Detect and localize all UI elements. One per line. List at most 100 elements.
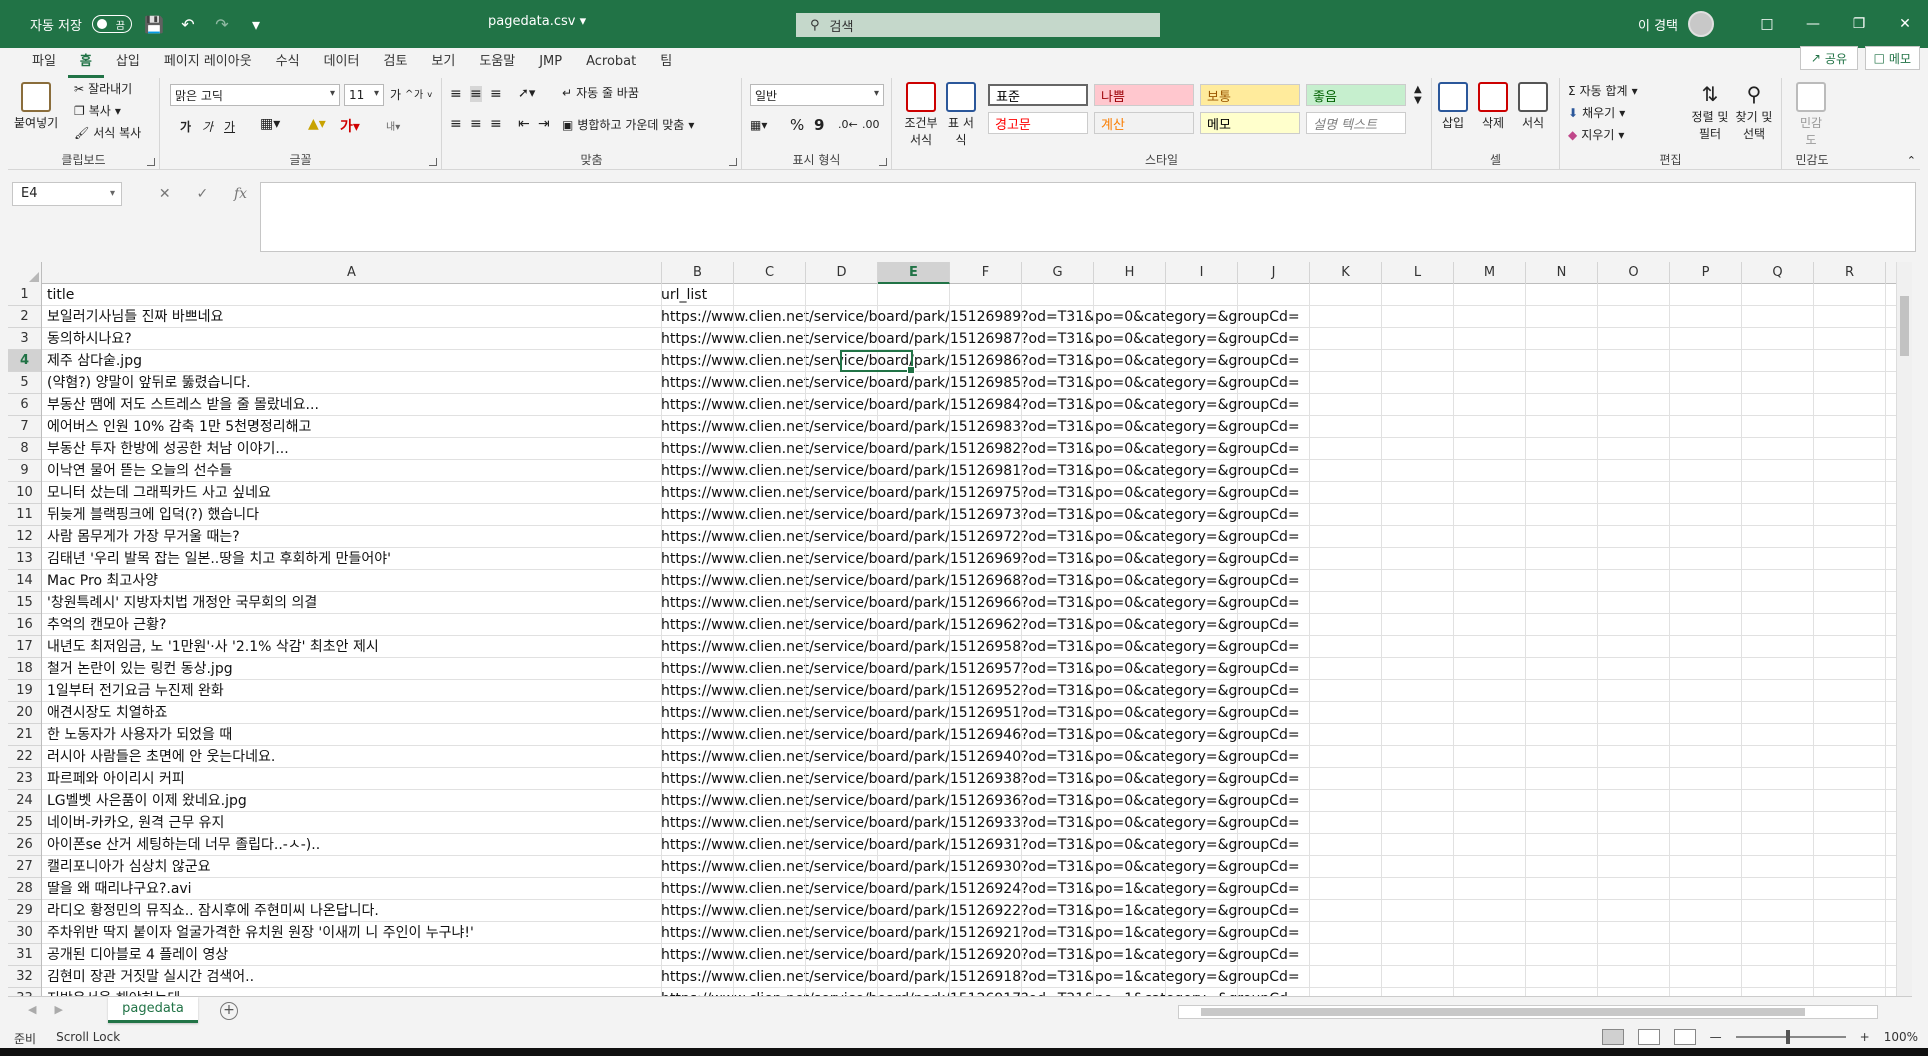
collapse-ribbon-icon[interactable]: ⌃ — [1907, 154, 1916, 167]
column-header-o[interactable]: O — [1598, 262, 1670, 284]
active-cell-cursor[interactable] — [840, 350, 915, 374]
cell-url[interactable]: https://www.clien.net/service/board/park… — [661, 944, 1300, 966]
cell-url[interactable]: https://www.clien.net/service/board/park… — [661, 482, 1300, 504]
row-header[interactable]: 26 — [8, 834, 41, 856]
percent-style-button[interactable]: % — [790, 116, 804, 134]
row-header[interactable]: 22 — [8, 746, 41, 768]
cell-url[interactable]: https://www.clien.net/service/board/park… — [661, 812, 1300, 834]
copy-button[interactable]: ❐ 복사 ▾ — [74, 102, 121, 119]
cell-style-3[interactable]: 좋음 — [1306, 84, 1406, 106]
row-header[interactable]: 1 — [8, 284, 41, 306]
cell-style-7[interactable]: 설명 텍스트 — [1306, 112, 1406, 134]
column-header-q[interactable]: Q — [1742, 262, 1814, 284]
cell-title[interactable]: 철거 논란이 있는 링컨 동상.jpg — [47, 658, 233, 680]
row-header[interactable]: 8 — [8, 438, 41, 460]
sheet-tab-pagedata[interactable]: pagedata — [108, 997, 198, 1023]
row-header[interactable]: 24 — [8, 790, 41, 812]
cell-url[interactable]: https://www.clien.net/service/board/park… — [661, 900, 1300, 922]
cell-title[interactable]: 러시아 사람들은 초면에 안 웃는다네요. — [47, 746, 275, 768]
row-header[interactable]: 4 — [8, 350, 41, 372]
increase-indent-icon[interactable]: ⇥ — [538, 116, 550, 132]
enter-icon[interactable]: ✓ — [196, 186, 208, 202]
cell-url[interactable]: https://www.clien.net/service/board/park… — [661, 966, 1300, 988]
cell-title[interactable]: 주차위반 딱지 붙이자 얼굴가격한 유치원 원장 '이새끼 니 주인이 누구냐!… — [47, 922, 474, 944]
cell-title[interactable]: 1일부터 전기요금 누진제 완화 — [47, 680, 224, 702]
comma-style-button[interactable]: 9 — [814, 116, 824, 134]
cell-title[interactable]: 부동산 투자 한방에 성공한 처남 이야기... — [47, 438, 289, 460]
row-header[interactable]: 27 — [8, 856, 41, 878]
row-header[interactable]: 6 — [8, 394, 41, 416]
vertical-scroll-thumb[interactable] — [1900, 296, 1909, 356]
grow-font-button[interactable]: 가 ^ — [390, 86, 413, 103]
column-header-a[interactable]: A — [42, 262, 662, 284]
align-right-icon[interactable]: ≡ — [490, 116, 502, 132]
cell-title[interactable]: 사람 몸무게가 가장 무거울 때는? — [47, 526, 240, 548]
tab-7[interactable]: 보기 — [419, 48, 467, 78]
close-icon[interactable]: ✕ — [1882, 0, 1928, 48]
row-header[interactable]: 13 — [8, 548, 41, 570]
cell-url[interactable]: https://www.clien.net/service/board/park… — [661, 592, 1300, 614]
cell-title[interactable]: LG벨벳 사은품이 이제 왔네요.jpg — [47, 790, 247, 812]
cell-url[interactable]: https://www.clien.net/service/board/park… — [661, 658, 1300, 680]
row-header[interactable]: 31 — [8, 944, 41, 966]
tab-5[interactable]: 데이터 — [312, 48, 372, 78]
cell-url[interactable]: https://www.clien.net/service/board/park… — [661, 394, 1300, 416]
find-select-button[interactable]: ⚲ 찾기 및 선택 — [1732, 82, 1776, 142]
top-align-icon[interactable]: ≡ — [450, 86, 462, 102]
row-header[interactable]: 18 — [8, 658, 41, 680]
cell-url[interactable]: https://www.clien.net/service/board/park… — [661, 856, 1300, 878]
shrink-font-button[interactable]: 가v — [414, 86, 432, 102]
zoom-slider[interactable] — [1735, 1030, 1846, 1044]
cell-url[interactable]: url_list — [661, 284, 707, 306]
align-center-icon[interactable]: ≡ — [470, 116, 482, 132]
cell-title[interactable]: 애견시장도 치열하죠 — [47, 702, 167, 724]
row-header[interactable]: 10 — [8, 482, 41, 504]
dialog-launcher-icon[interactable] — [147, 158, 155, 166]
decrease-indent-icon[interactable]: ⇤ — [518, 116, 530, 132]
cell-url[interactable]: https://www.clien.net/service/board/park… — [661, 438, 1300, 460]
cell-url[interactable]: https://www.clien.net/service/board/park… — [661, 834, 1300, 856]
sort-filter-button[interactable]: ⇅ 정렬 및 필터 — [1690, 82, 1730, 142]
decrease-decimal-icon[interactable]: .00 — [862, 118, 880, 131]
format-as-table-button[interactable]: 표 서식 — [944, 82, 978, 148]
accounting-format-icon[interactable]: ▦▾ — [750, 118, 767, 132]
next-sheet-icon[interactable]: ▶ — [54, 1003, 62, 1016]
memo-button[interactable]: □ 메모 — [1864, 46, 1920, 70]
tab-6[interactable]: 검토 — [371, 48, 419, 78]
border-icon[interactable]: ▦▾ — [260, 116, 280, 132]
minimize-icon[interactable]: — — [1790, 0, 1836, 48]
cell-url[interactable]: https://www.clien.net/service/board/park… — [661, 878, 1300, 900]
column-header-i[interactable]: I — [1166, 262, 1238, 284]
redo-icon[interactable]: ↷ — [210, 12, 234, 36]
insert-cells-button[interactable]: 삽입 — [1438, 82, 1468, 131]
middle-align-icon[interactable]: ≡ — [470, 86, 482, 102]
wrap-text-button[interactable]: ↵ 자동 줄 바꿈 — [562, 84, 639, 101]
tab-11[interactable]: 팀 — [648, 48, 684, 78]
cell-title[interactable]: 파르페와 아이리시 커피 — [47, 768, 185, 790]
cell-title[interactable]: 한 노동자가 사용자가 되었을 때 — [47, 724, 232, 746]
row-header[interactable]: 21 — [8, 724, 41, 746]
column-header-r[interactable]: R — [1814, 262, 1886, 284]
cell-title[interactable]: (약혐?) 양말이 앞뒤로 뚫렸습니다. — [47, 372, 251, 394]
cell-title[interactable]: 추억의 캔모아 근황? — [47, 614, 166, 636]
cell-url[interactable]: https://www.clien.net/service/board/park… — [661, 922, 1300, 944]
phonetic-icon[interactable]: 내▾ — [386, 118, 400, 133]
cell-title[interactable]: 지방은서울 해야하는데 — [47, 988, 180, 996]
column-header-k[interactable]: K — [1310, 262, 1382, 284]
add-sheet-icon[interactable]: + — [220, 1002, 238, 1020]
italic-button[interactable]: 가 — [202, 118, 213, 135]
save-icon[interactable]: 💾 — [142, 12, 166, 36]
cell-title[interactable]: 모니터 샀는데 그래픽카드 사고 싶네요 — [47, 482, 271, 504]
tab-8[interactable]: 도움말 — [467, 48, 527, 78]
column-header-p[interactable]: P — [1670, 262, 1742, 284]
cell-url[interactable]: https://www.clien.net/service/board/park… — [661, 548, 1300, 570]
horizontal-scroll-thumb[interactable] — [1201, 1008, 1805, 1016]
row-header[interactable]: 28 — [8, 878, 41, 900]
cell-title[interactable]: 동의하시나요? — [47, 328, 132, 350]
column-header-c[interactable]: C — [734, 262, 806, 284]
row-header[interactable]: 20 — [8, 702, 41, 724]
cell-title[interactable]: 딸을 왜 때리냐구요?.avi — [47, 878, 192, 900]
row-header[interactable]: 32 — [8, 966, 41, 988]
dialog-launcher-icon[interactable] — [879, 158, 887, 166]
cell-title[interactable]: 김태년 '우리 발목 잡는 일본..땅을 치고 후회하게 만들어야' — [47, 548, 391, 570]
